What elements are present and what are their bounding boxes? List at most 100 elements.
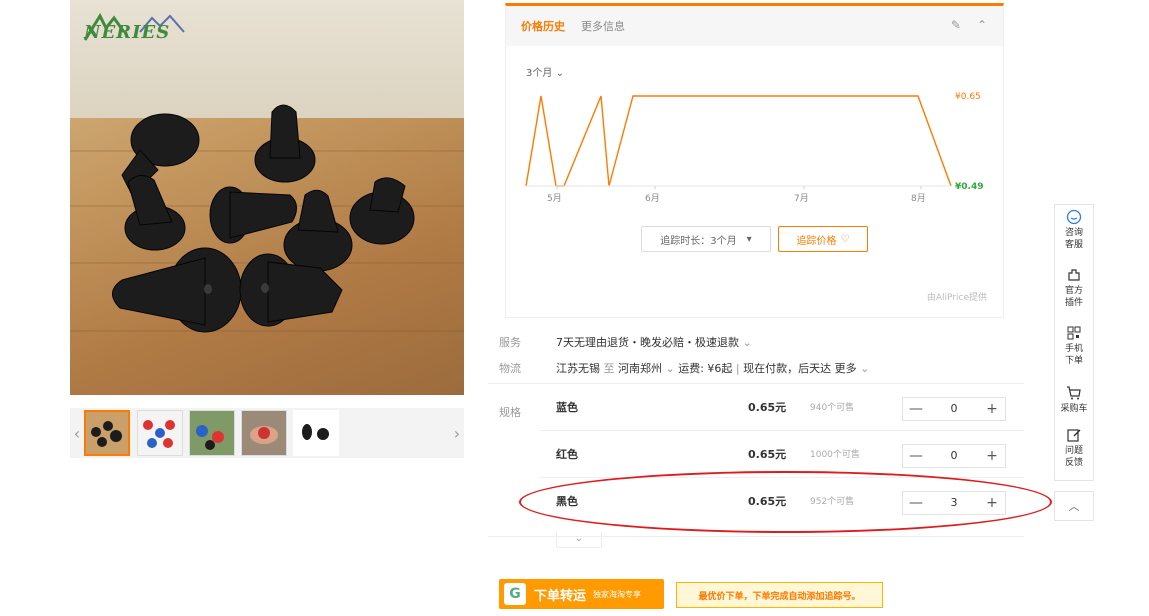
logistics-from: 江苏无锡 xyxy=(556,362,600,375)
spec-stock: 952个可售 xyxy=(810,497,855,507)
spec-name: 黑色 xyxy=(556,495,578,508)
track-price-button[interactable]: 追踪价格 ♡ xyxy=(778,226,868,252)
thumbnail-3[interactable] xyxy=(189,410,235,456)
thumbnail-strip: ‹ › xyxy=(70,408,464,458)
thumb-next-button[interactable]: › xyxy=(450,408,464,458)
increment-button[interactable]: + xyxy=(979,398,1005,420)
logistics-delivery: 现在付款，后天达 xyxy=(743,362,832,375)
thumb-prev-button[interactable]: ‹ xyxy=(70,408,84,458)
spec-name: 红色 xyxy=(556,448,578,461)
quantity-input[interactable]: 3 xyxy=(929,492,979,514)
sidebar-item-cart[interactable]: 采购车 xyxy=(1055,385,1093,415)
quantity-stepper: — 0 + xyxy=(902,397,1006,421)
sidebar-label: 咨询客服 xyxy=(1064,228,1083,250)
sidebar-label: 官方插件 xyxy=(1064,286,1083,308)
spec-price: 0.65元 xyxy=(748,448,787,461)
spec-row-black: 黑色 0.65元 952个可售 — 3 + xyxy=(540,479,1024,525)
chevron-down-icon: ⌄ xyxy=(574,533,584,544)
quantity-stepper: — 3 + xyxy=(902,491,1006,515)
quantity-input[interactable]: 0 xyxy=(929,445,979,467)
spec-name: 蓝色 xyxy=(556,401,578,414)
thumbnail-5[interactable] xyxy=(293,410,339,456)
collapse-icon[interactable]: ⌃ xyxy=(977,18,987,32)
banner-title: 下单转运 xyxy=(534,588,587,604)
thumbnail-1[interactable] xyxy=(84,410,130,456)
section-divider xyxy=(488,383,1024,384)
logistics-label: 物流 xyxy=(499,362,521,375)
service-label: 服务 xyxy=(499,336,521,349)
track-price-label: 追踪价格 xyxy=(796,235,837,247)
service-value[interactable]: 7天无理由退货・晚发必赔・极速退款 ⌄ xyxy=(556,334,752,350)
caret-down-icon: ▾ xyxy=(746,233,752,245)
decrement-button[interactable]: — xyxy=(903,398,929,420)
spec-price: 0.65元 xyxy=(748,401,787,414)
panel-actions: ✎ ⌃ xyxy=(951,18,987,32)
thumbnail-black-pair xyxy=(302,424,329,440)
qr-code-icon xyxy=(1067,326,1081,340)
sidebar-label: 手机下单 xyxy=(1064,344,1083,366)
back-to-top-button[interactable]: ︿ xyxy=(1054,491,1094,521)
decrement-button[interactable]: — xyxy=(903,492,929,514)
x-tick-label: 8月 xyxy=(911,193,926,204)
quantity-input[interactable]: 0 xyxy=(929,398,979,420)
heart-icon: ♡ xyxy=(840,233,850,245)
tab-more-info[interactable]: 更多信息 xyxy=(581,18,625,34)
promo-tip: 最优价下单，下单完成自动添加追踪号。 xyxy=(676,582,883,608)
right-sidebar: 咨询客服 官方插件 手机下单 采购车 问题反馈 xyxy=(1054,204,1094,481)
track-duration-label: 追踪时长：3个月 xyxy=(660,235,737,247)
sidebar-label: 采购车 xyxy=(1060,404,1088,414)
low-price-label: ¥0.49 xyxy=(955,182,983,192)
logistics-to[interactable]: 河南郑州 xyxy=(618,362,662,375)
x-tick-label: 5月 xyxy=(547,193,562,204)
logistics-to-word: 至 xyxy=(603,362,615,375)
service-text: 7天无理由退货・晚发必赔・极速退款 xyxy=(556,336,739,349)
row-divider xyxy=(540,477,1024,478)
price-history-panel: 价格历史 更多信息 ✎ ⌃ 3个月 ⌄ ¥0.65 ¥0.49 5月 6月 7月 8月… xyxy=(505,3,1004,318)
increment-button[interactable]: + xyxy=(979,492,1005,514)
increment-button[interactable]: + xyxy=(979,445,1005,467)
period-label: 3个月 xyxy=(526,68,553,79)
sidebar-item-consult[interactable]: 咨询客服 xyxy=(1055,209,1093,251)
chevron-down-icon: ⌄ xyxy=(665,362,679,375)
sidebar-item-plugin[interactable]: 官方插件 xyxy=(1055,267,1093,309)
sidebar-item-feedback[interactable]: 问题反馈 xyxy=(1055,427,1093,469)
banner-logo-icon: G xyxy=(504,583,526,605)
chevron-down-icon: ⌄ xyxy=(555,68,564,79)
logistics-more[interactable]: 更多 xyxy=(835,362,857,375)
thumbnail-color-grommets xyxy=(196,425,224,450)
logistics-value: 江苏无锡 至 河南郑州 ⌄ 运费: ¥6起 | 现在付款，后天达 更多 ⌄ xyxy=(556,360,869,376)
spec-label: 规格 xyxy=(499,406,521,419)
track-duration-dropdown[interactable]: 追踪时长：3个月 ▾ xyxy=(641,226,771,252)
row-divider xyxy=(540,430,1024,431)
decrement-button[interactable]: — xyxy=(903,445,929,467)
spec-row-blue: 蓝色 0.65元 940个可售 — 0 + xyxy=(540,385,1024,431)
product-main-image: NERIES xyxy=(70,0,464,395)
provider-credit: 由AliPrice提供 xyxy=(926,293,987,303)
price-history-chart: ¥0.65 ¥0.49 5月 6月 7月 8月 xyxy=(525,92,983,204)
thumbnail-4[interactable] xyxy=(241,410,287,456)
chevron-down-icon: ⌄ xyxy=(742,336,752,349)
puzzle-icon xyxy=(1068,269,1080,281)
banner-subtitle: 独家海淘专享 xyxy=(593,589,642,599)
logistics-fee: 运费: ¥6起 xyxy=(678,362,733,375)
price-series-line xyxy=(525,95,952,187)
spec-stock: 940个可售 xyxy=(810,403,855,413)
thumbnail-2[interactable] xyxy=(137,410,183,456)
cart-icon xyxy=(1067,386,1081,400)
spec-stock: 1000个可售 xyxy=(810,450,860,460)
high-price-label: ¥0.65 xyxy=(955,92,981,102)
order-forwarding-banner[interactable]: G 下单转运 独家海淘专享 xyxy=(499,579,664,609)
thumbnail-black-grommets xyxy=(91,421,122,447)
sidebar-label: 问题反馈 xyxy=(1064,446,1083,468)
spec-row-red: 红色 0.65元 1000个可售 — 0 + xyxy=(540,432,1024,478)
edit-icon xyxy=(1067,429,1081,442)
price-history-header: 价格历史 更多信息 ✎ ⌃ xyxy=(506,6,1003,46)
x-tick-label: 7月 xyxy=(794,193,809,204)
edit-icon[interactable]: ✎ xyxy=(951,18,961,32)
thumbnail-red-blue-grommets xyxy=(143,420,175,448)
spec-price: 0.65元 xyxy=(748,495,787,508)
period-selector[interactable]: 3个月 ⌄ xyxy=(526,64,564,79)
sidebar-item-mobile[interactable]: 手机下单 xyxy=(1055,325,1093,367)
tab-price-history[interactable]: 价格历史 xyxy=(521,18,565,34)
expand-specs-button[interactable]: ⌄ xyxy=(556,532,602,548)
